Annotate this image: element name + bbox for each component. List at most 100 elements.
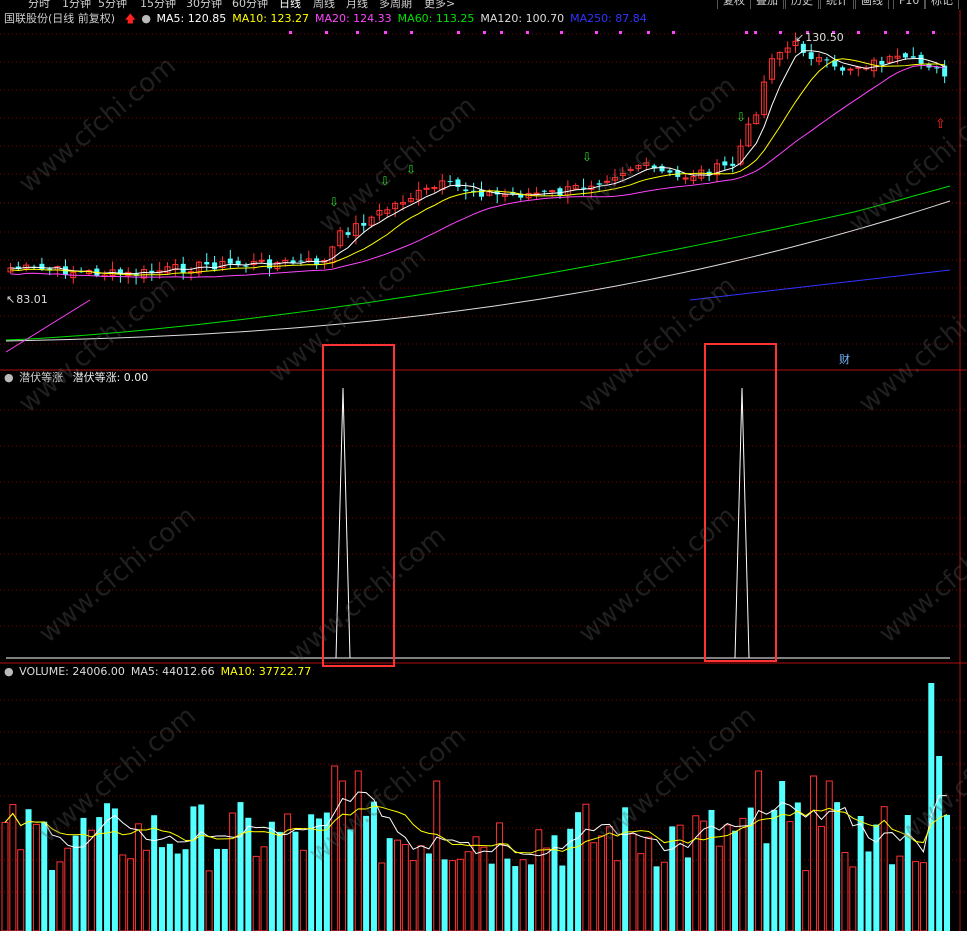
volume-ma10-line [4, 805, 948, 854]
indicator-toggle-icon[interactable]: ● [4, 371, 14, 384]
volume-bar-down [49, 869, 56, 931]
volume-bar-down [732, 830, 739, 931]
indicator-spike [335, 387, 351, 659]
candle-down [879, 60, 885, 65]
volume-bar-down [441, 859, 448, 931]
candle-down [345, 232, 351, 235]
signal-dot [745, 31, 748, 34]
volume-bar-down [198, 804, 205, 931]
signal-dot [857, 31, 860, 34]
high-price-marker: ↙130.50 [795, 31, 844, 44]
volume-bar-down [308, 814, 315, 931]
volume-bar-up [409, 860, 417, 931]
volume-bar-up [260, 846, 268, 931]
volume-bar-up [119, 854, 127, 931]
candle-up [604, 180, 611, 183]
volume-toggle-icon[interactable]: ● [4, 665, 14, 678]
volume-bar-up [739, 817, 747, 931]
signal-dot [672, 31, 675, 34]
volume-bar-down [316, 818, 322, 931]
volume-bar-down [41, 821, 48, 931]
candle-down [902, 53, 908, 58]
volume-bar-down [889, 864, 896, 931]
volume-bar-down [347, 829, 354, 931]
volume-legend-item-2: MA10: 37722.77 [220, 665, 312, 678]
high-marker-arrow-icon: ↙ [795, 31, 805, 44]
candle-up [847, 68, 854, 71]
volume-bar-up [127, 858, 135, 931]
volume-bar-up [339, 780, 347, 931]
indicator-value: 潜伏等涨: 0.00 [72, 371, 149, 384]
ma10-line [10, 58, 945, 276]
volume-bar-down [292, 831, 299, 931]
volume-bar-up [590, 842, 598, 931]
volume-bar-up [817, 825, 825, 931]
volume-bar-down [865, 851, 872, 931]
price-legend: 国联股份(日线 前复权) 🡅 ● MA5: 120.85 MA10: 123.27… [4, 13, 659, 25]
candle-up [549, 190, 556, 193]
volume-bar-up [252, 855, 260, 931]
volume-bar-down [708, 809, 715, 931]
volume-bar-up [134, 823, 142, 931]
settings-toggle-icon[interactable]: ● [141, 12, 151, 25]
candle-down [910, 56, 916, 58]
volume-bar-up [849, 866, 857, 931]
volume-bar-down [370, 801, 377, 931]
volume-bar-down [567, 828, 574, 931]
volume-bar-down [237, 802, 244, 931]
signal-dot [779, 31, 782, 34]
signal-dot [500, 31, 503, 34]
volume-bar-down [190, 806, 197, 931]
volume-bar-down [669, 826, 676, 931]
volume-bar-up [9, 804, 17, 931]
volume-bar-up [417, 845, 425, 931]
candle-down [596, 183, 602, 185]
sell-signal-arrow-icon: ⇩ [380, 174, 390, 188]
signal-dot [906, 31, 909, 34]
candle-down [227, 258, 233, 264]
volume-bar-down [174, 853, 181, 931]
candle-down [722, 161, 728, 166]
price-panel-title[interactable]: 国联股份(日线 前复权) [4, 12, 115, 25]
volume-bar-up [598, 835, 606, 931]
indicator-name[interactable]: 潜伏等涨 [19, 371, 63, 384]
volume-bar-down [504, 858, 511, 931]
signal-dot [647, 31, 650, 34]
candle-down [659, 165, 665, 172]
volume-bar-up [810, 775, 818, 931]
volume-bar-up [912, 861, 920, 931]
volume-bar-up [645, 836, 653, 931]
candle-down [243, 265, 249, 267]
volume-bar-up [802, 870, 810, 931]
volume-bar-down [794, 802, 801, 931]
signal-dot [325, 31, 328, 34]
volume-bar-down [834, 802, 841, 931]
candle-down [479, 189, 484, 197]
volume-bar-up [519, 859, 527, 931]
volume-bar-up [480, 846, 488, 931]
volume-legend: ● VOLUME: 24006.00 MA5: 44012.66 MA10: 377… [4, 666, 323, 678]
ma-legend-item-4: MA120: 100.70 [480, 12, 565, 25]
volume-bar-down [904, 815, 911, 931]
candle-down [39, 263, 45, 270]
signal-dot [356, 31, 359, 34]
candle-down [942, 65, 948, 77]
ma5-line [10, 50, 945, 275]
volume-bar-down [276, 831, 283, 931]
volume-bar-down [425, 853, 432, 931]
volume-bar-up [613, 860, 621, 931]
volume-bar-up [456, 858, 464, 931]
volume-bar-up [64, 847, 72, 931]
finance-marker[interactable]: 财 [839, 354, 856, 366]
volume-bar-down [72, 835, 79, 931]
volume-bar-up [17, 849, 25, 931]
candle-down [730, 163, 736, 166]
volume-bar-up [715, 845, 723, 931]
volume-bar-down [622, 807, 629, 931]
volume-bar-down [771, 809, 778, 931]
ma-legend-item-3: MA60: 113.25 [397, 12, 475, 25]
volume-bar-up [919, 862, 927, 931]
sell-signal-arrow-icon: ⇩ [736, 110, 746, 124]
candle-down [298, 260, 304, 262]
signal-dot [384, 31, 387, 34]
